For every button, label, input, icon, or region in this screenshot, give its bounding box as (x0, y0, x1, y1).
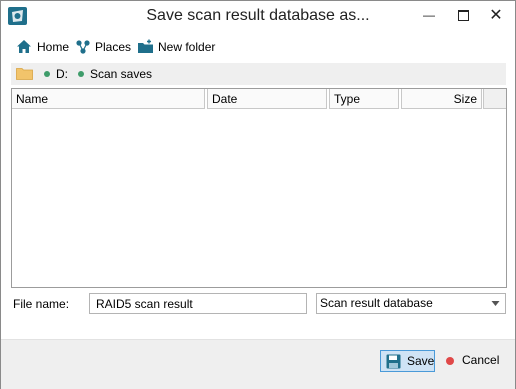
close-button[interactable]: ✕ (478, 2, 514, 29)
new-folder-icon (138, 39, 153, 53)
breadcrumb-drive-label: D: (56, 67, 68, 81)
file-type-select[interactable]: Scan result database (316, 293, 506, 314)
save-button[interactable]: Save (380, 350, 435, 372)
file-name-label: File name: (13, 297, 70, 311)
cancel-label: Cancel (462, 353, 500, 367)
maximize-button[interactable] (446, 2, 480, 29)
file-type-value: Scan result database (320, 296, 433, 310)
file-name-input[interactable] (89, 293, 307, 314)
home-icon (17, 40, 31, 53)
minimize-button[interactable]: — (412, 2, 446, 29)
breadcrumb-folder-label: Scan saves (90, 67, 153, 81)
new-folder-label: New folder (158, 40, 216, 54)
breadcrumb-folder[interactable]: Scan saves (78, 67, 152, 81)
toolbar: Home Places New folder (1, 32, 515, 62)
folder-icon (16, 68, 33, 80)
file-list-header: Name Date Type Size (12, 89, 506, 110)
chevron-down-icon (491, 301, 500, 306)
drive-dot-icon (44, 70, 50, 77)
path-bar: D: Scan saves (11, 63, 506, 85)
column-header-size[interactable]: Size (401, 89, 482, 109)
places-button[interactable]: Places (75, 38, 131, 56)
title-bar: Save scan result database as... — ✕ (1, 1, 515, 31)
home-button[interactable]: Home (16, 38, 70, 56)
column-header-date[interactable]: Date (207, 89, 327, 109)
dialog-footer: Save Cancel (1, 339, 515, 389)
column-header-name[interactable]: Name (12, 89, 205, 109)
column-header-filler (483, 89, 506, 109)
places-icon (76, 40, 90, 54)
new-folder-button[interactable]: New folder (137, 38, 215, 56)
column-header-type[interactable]: Type (329, 89, 399, 109)
file-list[interactable]: Name Date Type Size (11, 88, 507, 288)
home-label: Home (37, 40, 70, 54)
places-label: Places (95, 40, 132, 54)
breadcrumb-drive[interactable]: D: (44, 67, 68, 81)
save-dialog: Save scan result database as... — ✕ Home… (0, 0, 516, 389)
maximize-icon (457, 10, 469, 22)
save-icon (386, 354, 401, 369)
cancel-button[interactable]: Cancel (441, 350, 501, 372)
save-label: Save (407, 354, 435, 368)
cancel-dot-icon (446, 357, 454, 365)
folder-dot-icon (78, 70, 84, 77)
